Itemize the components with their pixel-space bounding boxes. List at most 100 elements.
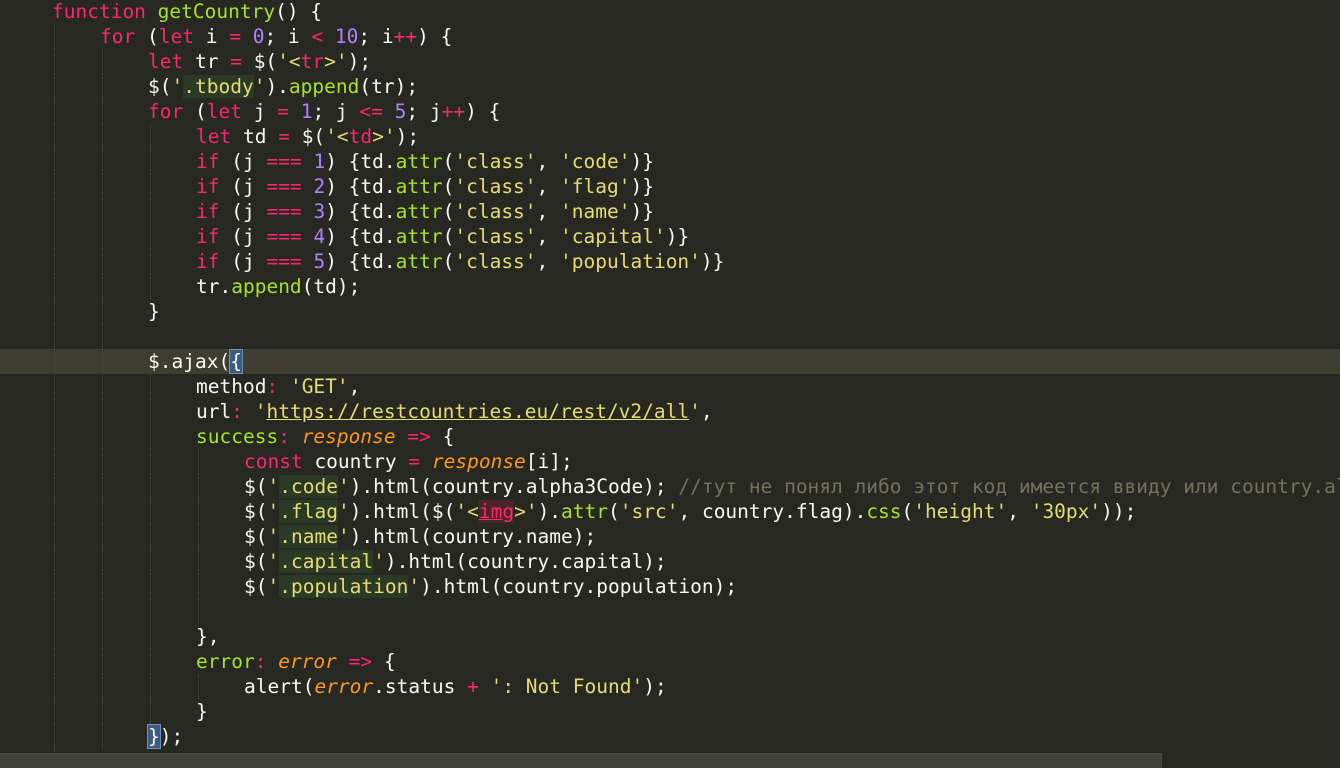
code-token: '30px' bbox=[1030, 500, 1102, 523]
indent-guide bbox=[150, 374, 151, 399]
code-line[interactable]: for (let j = 1; j <= 5; j++) { bbox=[0, 99, 1340, 124]
code-token: } bbox=[148, 300, 160, 323]
code-line[interactable]: $('.tbody').append(tr); bbox=[0, 74, 1340, 99]
indent-guide bbox=[102, 249, 103, 274]
code-line[interactable]: const country = response[i]; bbox=[0, 449, 1340, 474]
code-line[interactable]: let tr = $('<tr>'); bbox=[0, 49, 1340, 74]
indent-guide bbox=[54, 349, 55, 374]
code-token: $( bbox=[148, 75, 172, 98]
horizontal-scrollbar[interactable] bbox=[0, 753, 1162, 768]
code-token: method bbox=[196, 375, 267, 398]
code-token: ' bbox=[337, 525, 350, 548]
code-text: $('.code').html(country.alpha3Code); //т… bbox=[244, 474, 1340, 499]
code-line[interactable]: method: 'GET', bbox=[0, 374, 1340, 399]
code-line[interactable]: url: 'https://restcountries.eu/rest/v2/a… bbox=[0, 399, 1340, 424]
code-token: , bbox=[536, 250, 561, 273]
indent-guide bbox=[54, 399, 55, 424]
code-token: : bbox=[231, 400, 243, 423]
code-line[interactable]: function getCountry() { bbox=[0, 0, 1340, 24]
code-line[interactable]: success: response => { bbox=[0, 424, 1340, 449]
code-token: ) {td. bbox=[325, 250, 396, 273]
code-text: method: 'GET', bbox=[196, 374, 360, 399]
code-token: ( bbox=[901, 500, 914, 523]
code-token: td bbox=[348, 125, 373, 148]
code-line[interactable]: if (j === 3) {td.attr('class', 'name')} bbox=[0, 199, 1340, 224]
code-text: $.ajax({ bbox=[148, 349, 243, 374]
code-line[interactable]: alert(error.status + ': Not Found'); bbox=[0, 674, 1340, 699]
code-line[interactable]: $('.population').html(country.population… bbox=[0, 574, 1340, 599]
code-token: 1 bbox=[313, 150, 326, 173]
code-editor[interactable]: function getCountry() {for (let i = 0; i… bbox=[0, 0, 1340, 768]
code-token: const bbox=[244, 450, 303, 473]
code-line[interactable] bbox=[0, 324, 1340, 349]
code-token: response bbox=[431, 450, 526, 473]
code-line[interactable]: let td = $('<td>'); bbox=[0, 124, 1340, 149]
code-line[interactable]: } bbox=[0, 699, 1340, 724]
indent-guide bbox=[102, 474, 103, 499]
code-text: success: response => { bbox=[196, 424, 454, 449]
indent-guide bbox=[54, 724, 55, 749]
code-token: => bbox=[348, 650, 373, 673]
code-token: 'flag' bbox=[560, 175, 631, 198]
indent-guide bbox=[102, 274, 103, 299]
code-token: ); bbox=[347, 50, 372, 73]
indent-guide bbox=[54, 599, 55, 624]
indent-guide bbox=[150, 599, 151, 624]
code-token: 4 bbox=[313, 225, 326, 248]
code-line[interactable]: if (j === 5) {td.attr('class', 'populati… bbox=[0, 249, 1340, 274]
indent-guide bbox=[198, 524, 199, 549]
code-token: let bbox=[196, 125, 232, 148]
indent-guide bbox=[102, 424, 103, 449]
indent-guide bbox=[198, 674, 199, 699]
code-token: 'class' bbox=[454, 175, 537, 198]
code-token: .tbody bbox=[183, 75, 254, 98]
indent-guide bbox=[150, 249, 151, 274]
code-text: let td = $('<td>'); bbox=[196, 124, 419, 149]
code-token: ).html(country.name); bbox=[349, 525, 597, 548]
code-line[interactable]: $('.code').html(country.alpha3Code); //т… bbox=[0, 474, 1340, 499]
code-line[interactable]: if (j === 4) {td.attr('class', 'capital'… bbox=[0, 224, 1340, 249]
indent-guide bbox=[102, 549, 103, 574]
indent-guide bbox=[54, 299, 55, 324]
code-line[interactable]: for (let i = 0; i < 10; i++) { bbox=[0, 24, 1340, 49]
indent-guide bbox=[150, 674, 151, 699]
code-line[interactable]: tr.append(td); bbox=[0, 274, 1340, 299]
indent-guide bbox=[102, 399, 103, 424]
code-token: = bbox=[229, 25, 241, 48]
code-line[interactable]: $('.name').html(country.name); bbox=[0, 524, 1340, 549]
code-token: ' bbox=[337, 475, 350, 498]
code-line[interactable]: if (j === 1) {td.attr('class', 'code')} bbox=[0, 149, 1340, 174]
code-token: } bbox=[147, 724, 161, 749]
code-line[interactable]: }, bbox=[0, 624, 1340, 649]
indent-guide bbox=[102, 574, 103, 599]
code-line[interactable]: }); bbox=[0, 724, 1340, 749]
indent-guide bbox=[102, 374, 103, 399]
code-token: url bbox=[196, 400, 232, 423]
code-token: i bbox=[193, 25, 230, 48]
code-line[interactable]: $('.flag').html($('<img>').attr('src', c… bbox=[0, 499, 1340, 524]
code-token: === bbox=[266, 225, 302, 248]
code-line[interactable]: $('.capital').html(country.capital); bbox=[0, 549, 1340, 574]
code-token: tr bbox=[183, 50, 231, 73]
code-line[interactable]: } bbox=[0, 299, 1340, 324]
code-token: = bbox=[278, 125, 290, 148]
indent-guide bbox=[102, 149, 103, 174]
code-token: )} bbox=[630, 175, 654, 198]
code-line[interactable] bbox=[0, 599, 1340, 624]
code-token: >' bbox=[514, 500, 538, 523]
code-token: //тут не понял либо этот код имеется вви… bbox=[678, 475, 1340, 498]
code-token: ; i bbox=[358, 25, 394, 48]
code-token: ) { bbox=[465, 100, 501, 123]
code-token: 'class' bbox=[454, 200, 537, 223]
code-token: { bbox=[229, 349, 243, 374]
code-token: + bbox=[467, 675, 479, 698]
indent-guide bbox=[54, 549, 55, 574]
code-token: j bbox=[241, 100, 278, 123]
code-line[interactable]: if (j === 2) {td.attr('class', 'flag')} bbox=[0, 174, 1340, 199]
code-line[interactable]: $.ajax({ bbox=[0, 349, 1340, 374]
code-line[interactable]: error: error => { bbox=[0, 649, 1340, 674]
indent-guide bbox=[102, 324, 103, 349]
